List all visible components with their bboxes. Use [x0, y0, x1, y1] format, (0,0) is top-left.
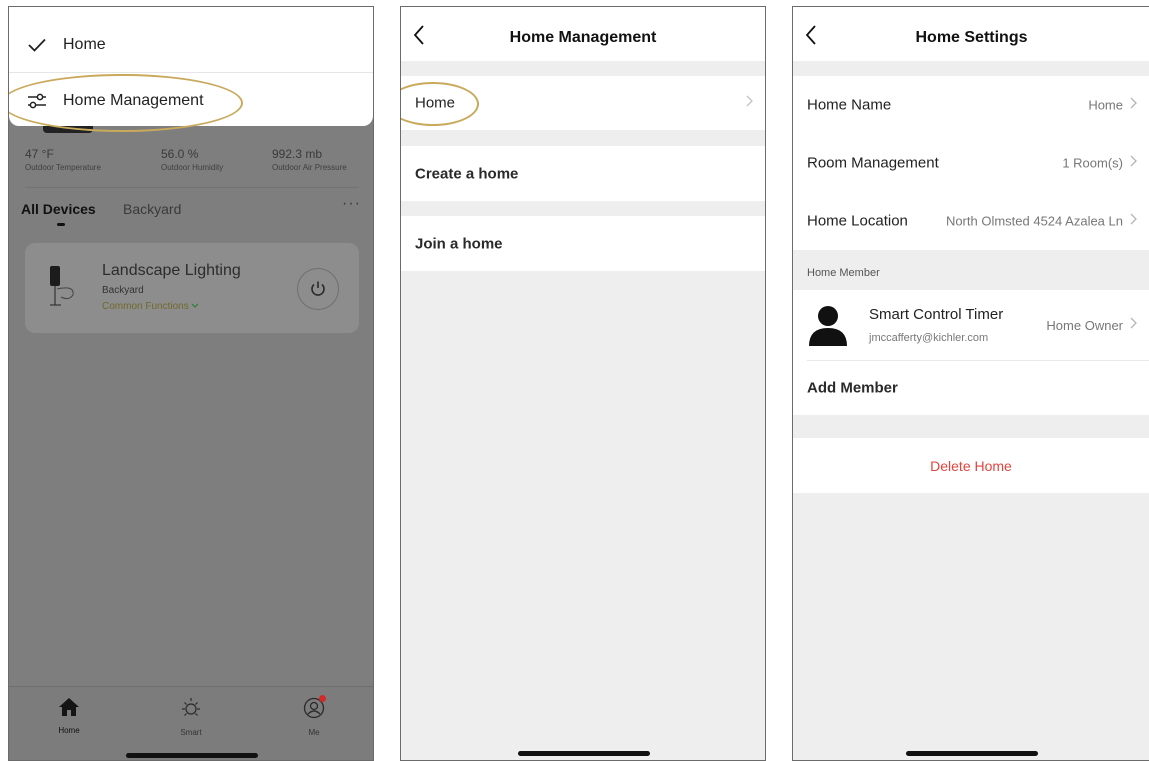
- avatar-icon: [807, 304, 849, 346]
- home-indicator: [126, 753, 258, 758]
- power-icon: [311, 281, 325, 296]
- chevron-right-icon: [1130, 212, 1137, 230]
- tab-backyard[interactable]: Backyard: [123, 201, 181, 217]
- bottom-navigation: Home Smart Me: [9, 686, 373, 760]
- chevron-right-icon: [1130, 154, 1137, 172]
- nav-smart[interactable]: Smart: [161, 697, 221, 737]
- room-tabs: All Devices Backyard ···: [21, 195, 361, 227]
- nav-home-label: Home: [58, 726, 80, 735]
- member-name: Smart Control Timer: [869, 306, 1004, 323]
- notification-dot: [319, 695, 326, 702]
- weather-pressure: 992.3 mb Outdoor Air Pressure: [272, 147, 373, 172]
- pressure-label: Outdoor Air Pressure: [272, 163, 347, 172]
- common-functions-link[interactable]: Common Functions: [102, 301, 199, 312]
- home-icon: [59, 698, 79, 716]
- chevron-right-icon: [1130, 316, 1137, 334]
- checkmark-icon: [25, 33, 49, 57]
- page-title: Home Management: [509, 29, 657, 46]
- navbar: Home Management: [401, 7, 765, 61]
- join-home-label: Join a home: [415, 235, 503, 252]
- room-management-label: Room Management: [807, 154, 939, 172]
- sliders-icon: [25, 89, 49, 113]
- home-location-label: Home Location: [807, 212, 908, 230]
- weather-temperature: 47 °F Outdoor Temperature: [25, 147, 145, 172]
- device-image-icon: [45, 263, 85, 313]
- home-location-value: North Olmsted 4524 Azalea Ln: [945, 213, 1123, 229]
- nav-smart-label: Smart: [180, 728, 202, 737]
- nav-me-label: Me: [308, 728, 320, 737]
- power-button[interactable]: [297, 268, 339, 310]
- add-member-button[interactable]: Add Member: [793, 360, 1149, 415]
- home-indicator: [906, 751, 1038, 756]
- more-options-icon[interactable]: ···: [342, 195, 361, 213]
- chevron-down-icon: [192, 303, 199, 308]
- delete-home-button[interactable]: Delete Home: [793, 438, 1149, 493]
- navbar: Home Settings: [793, 7, 1149, 61]
- home-indicator: [518, 751, 650, 756]
- weather-humidity: 56.0 % Outdoor Humidity: [161, 147, 281, 172]
- chevron-right-icon: [1130, 96, 1137, 114]
- home-list-item[interactable]: Home: [401, 76, 765, 130]
- section-header: Home Member: [807, 267, 880, 279]
- dropdown-item-home[interactable]: Home: [9, 25, 373, 65]
- tab-indicator: [57, 223, 65, 226]
- home-name-row[interactable]: Home Name Home: [793, 76, 1149, 134]
- member-divider: [807, 360, 1149, 361]
- humidity-value: 56.0 %: [161, 147, 199, 161]
- chevron-right-icon: [746, 94, 753, 112]
- room-count-value: 1 Room(s): [1062, 155, 1123, 171]
- nav-me[interactable]: Me: [284, 695, 344, 737]
- home-list-item-label: Home: [415, 94, 456, 112]
- member-email: jmccafferty@kichler.com: [869, 332, 989, 344]
- home-management-panel: Home Management Home Create a home Join …: [400, 6, 766, 761]
- add-member-label: Add Member: [807, 379, 898, 396]
- join-home-item[interactable]: Join a home: [401, 216, 765, 271]
- home-name-value: Home: [1088, 97, 1123, 113]
- device-room: Backyard: [102, 285, 144, 296]
- tab-all-devices[interactable]: All Devices: [21, 201, 96, 217]
- dropdown-item-home-management-label: Home Management: [63, 92, 204, 109]
- home-switcher-dropdown: Home Home Management: [9, 7, 373, 126]
- dropdown-item-home-management[interactable]: Home Management: [9, 81, 373, 121]
- room-management-row[interactable]: Room Management 1 Room(s): [793, 134, 1149, 192]
- weather-divider: [25, 187, 359, 188]
- dropdown-item-home-label: Home: [63, 36, 106, 53]
- nav-home[interactable]: Home: [39, 697, 99, 735]
- temperature-label: Outdoor Temperature: [25, 163, 101, 172]
- home-location-row[interactable]: Home Location North Olmsted 4524 Azalea …: [793, 192, 1149, 250]
- device-name: Landscape Lighting: [102, 262, 241, 279]
- create-home-label: Create a home: [415, 165, 519, 182]
- delete-home-label: Delete Home: [930, 457, 1012, 474]
- home-name-label: Home Name: [807, 96, 892, 114]
- member-row[interactable]: Smart Control Timer jmccafferty@kichler.…: [793, 290, 1149, 360]
- temperature-value: 47 °F: [25, 147, 54, 161]
- pressure-value: 992.3 mb: [272, 147, 323, 161]
- home-settings-panel: Home Settings Home Name Home Room Manage…: [792, 6, 1149, 761]
- page-title: Home Settings: [915, 29, 1028, 46]
- device-card[interactable]: Landscape Lighting Backyard Common Funct…: [25, 243, 359, 333]
- member-role: Home Owner: [1046, 318, 1123, 333]
- common-functions-label: Common Functions: [102, 301, 189, 312]
- create-home-item[interactable]: Create a home: [401, 146, 765, 201]
- home-screen-panel: Home Home Management 47 °F Outdoor Tempe…: [8, 6, 374, 761]
- sun-icon: [182, 698, 200, 716]
- humidity-label: Outdoor Humidity: [161, 163, 224, 172]
- dropdown-divider: [9, 72, 373, 73]
